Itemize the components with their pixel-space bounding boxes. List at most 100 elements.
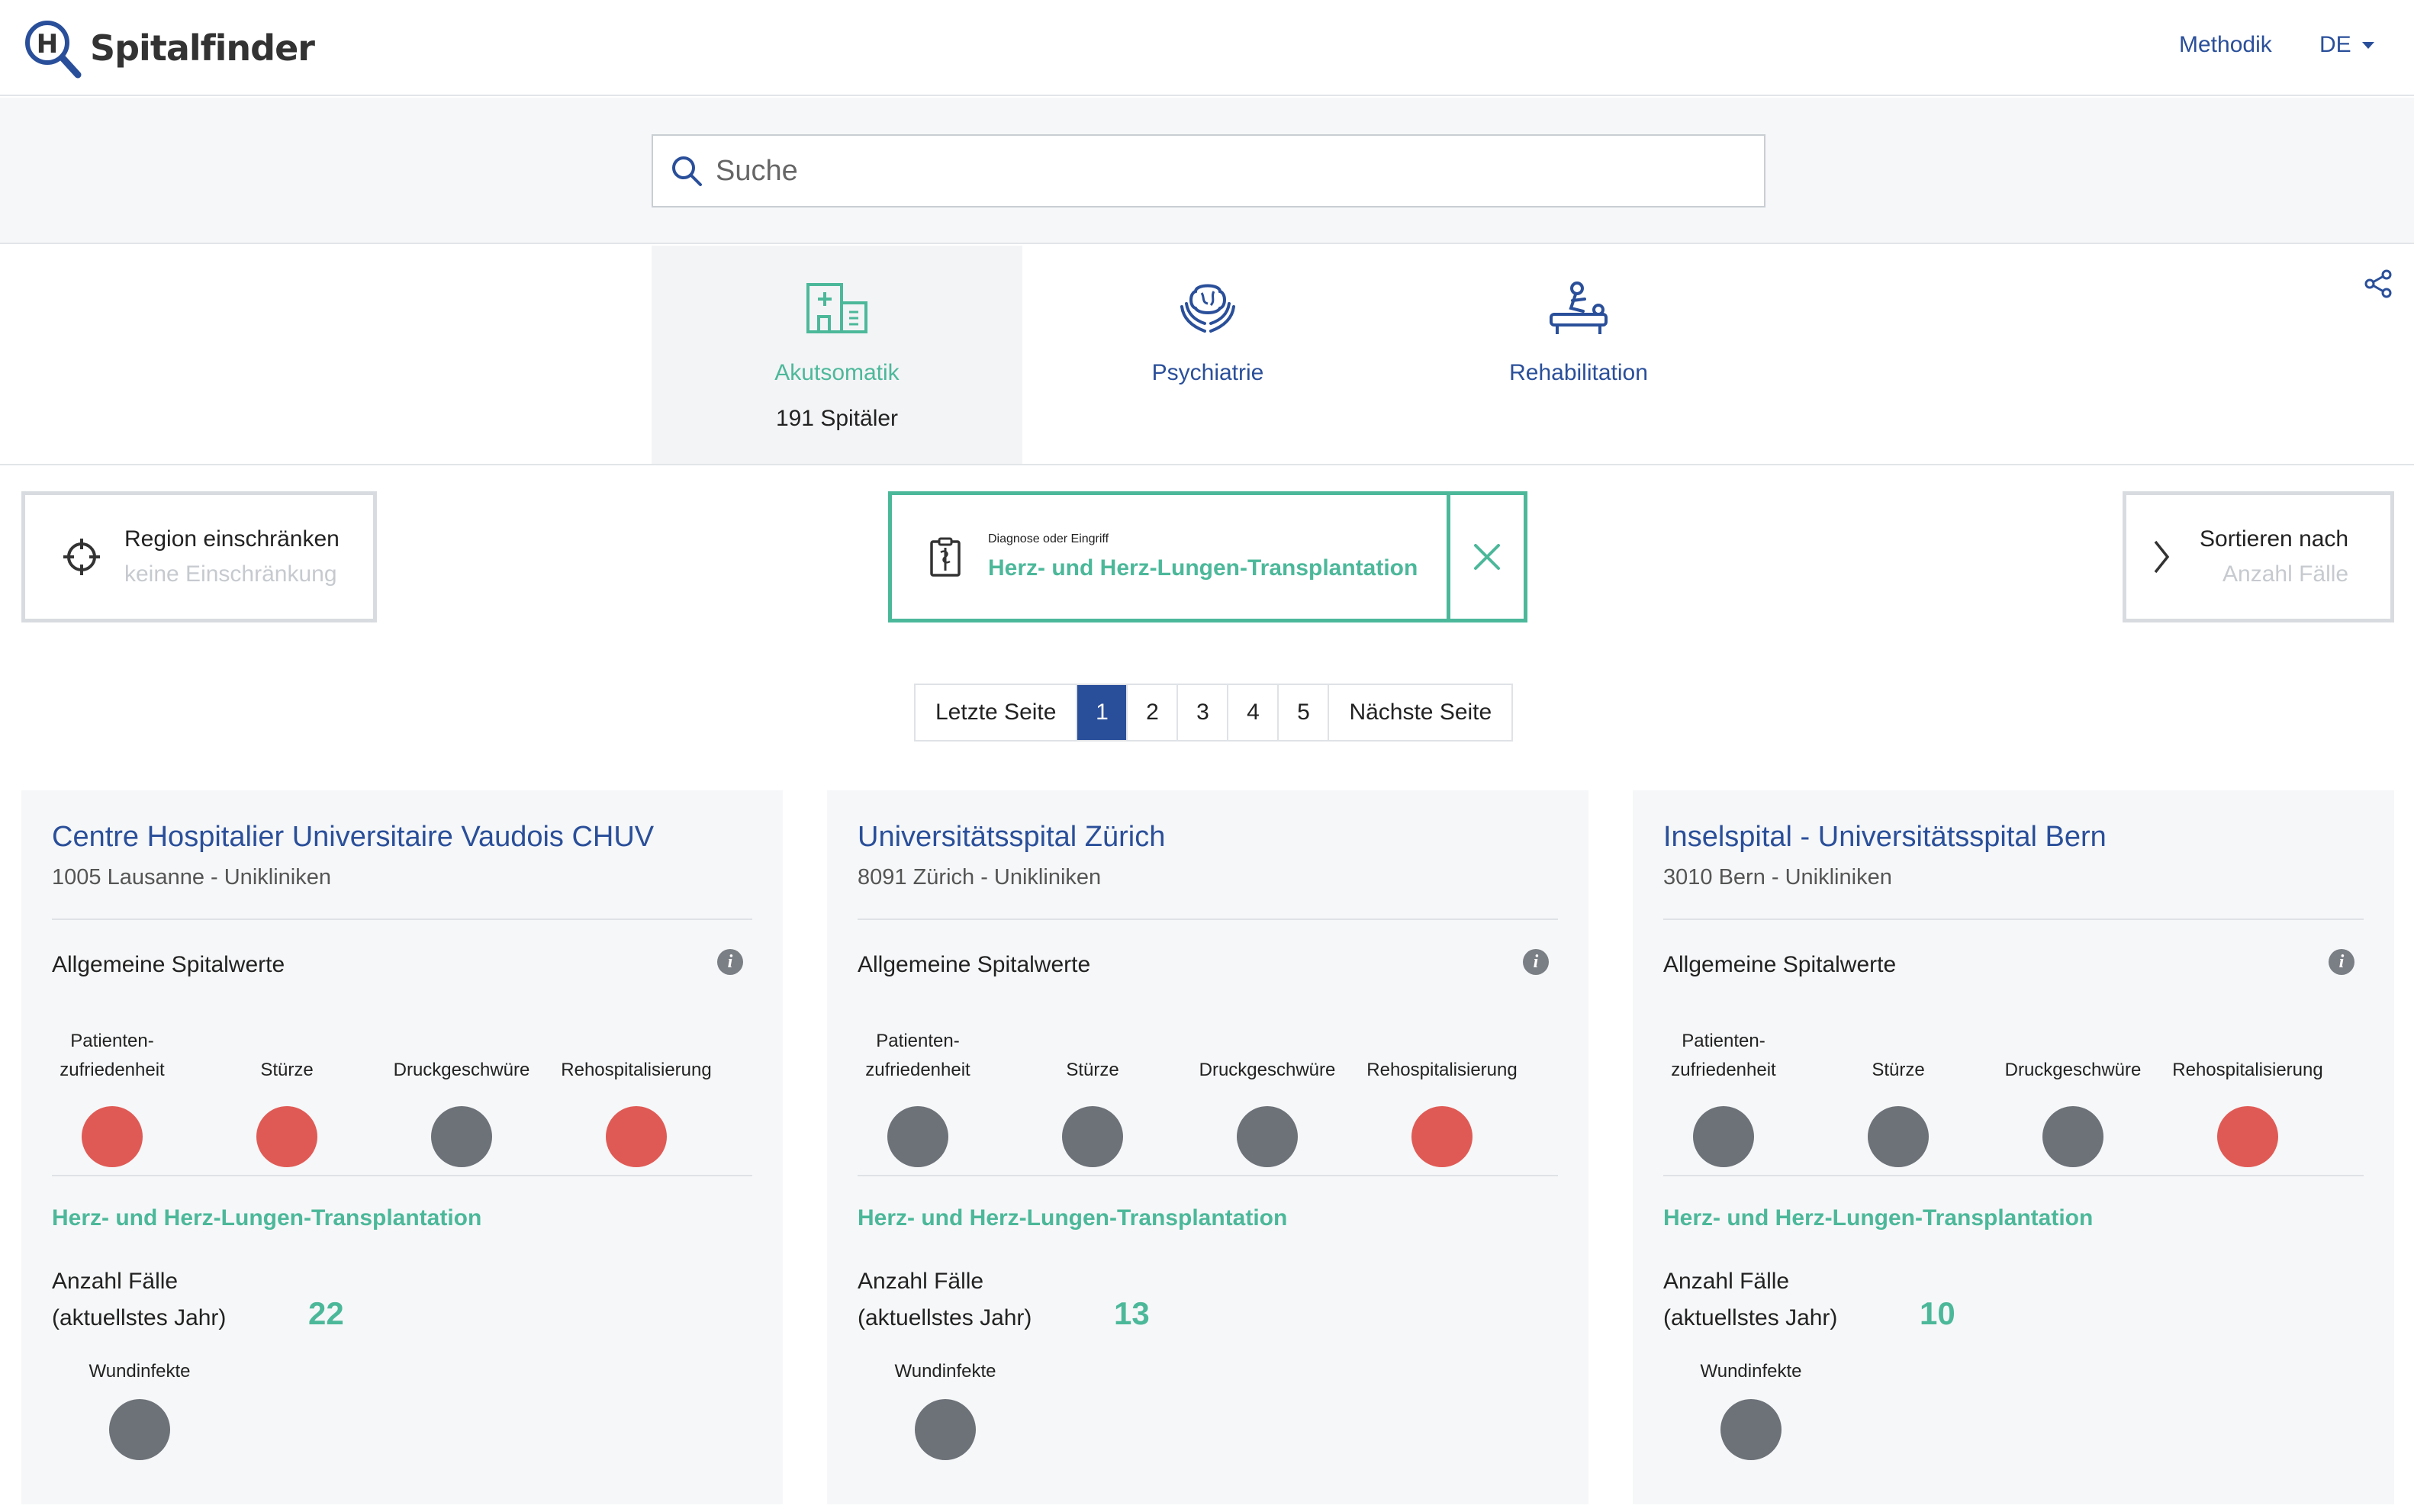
divider — [1663, 918, 2364, 920]
pressure-ulcer-metric: Druckgeschwüre — [1985, 1007, 2161, 1169]
page-3-button[interactable]: 3 — [1178, 685, 1229, 740]
tab-psychiatrie[interactable]: Psychiatrie — [1022, 246, 1393, 464]
hospital-location: 8091 Zürich - Unikliniken — [858, 865, 1102, 890]
chevron-right-icon — [2154, 540, 2170, 574]
region-filter-title: Region einschränken — [124, 526, 340, 552]
page-4-button[interactable]: 4 — [1228, 685, 1279, 740]
status-indicator-dot[interactable] — [887, 1106, 948, 1167]
page-1-button[interactable]: 1 — [1077, 685, 1128, 740]
info-icon[interactable]: i — [717, 949, 743, 975]
status-indicator-dot[interactable] — [1720, 1399, 1782, 1460]
clear-diagnosis-button[interactable] — [1450, 495, 1524, 619]
svg-text:H: H — [37, 29, 58, 60]
hospital-icon — [806, 283, 867, 333]
hospital-location: 1005 Lausanne - Unikliniken — [52, 865, 331, 890]
metric-label-line: Patienten- — [1682, 1031, 1765, 1051]
status-indicator-dot[interactable] — [1237, 1106, 1298, 1167]
sort-filter[interactable]: Sortieren nach Anzahl Fälle — [2123, 491, 2394, 622]
hospital-location: 3010 Bern - Unikliniken — [1663, 865, 1892, 890]
app-logo[interactable]: H Spitalfinder — [21, 17, 315, 79]
satisfaction-metric: Patienten-zufriedenheit — [830, 1007, 1006, 1169]
hospital-name-link[interactable]: Inselspital - Universitätsspital Bern — [1663, 821, 2107, 854]
status-indicator-dot[interactable] — [2042, 1106, 2103, 1167]
search-input[interactable] — [716, 154, 1708, 188]
case-count-label: Anzahl Fälle (aktuellstes Jahr) — [52, 1263, 226, 1337]
clipboard-caduceus-icon — [930, 537, 961, 577]
caret-down-icon — [2361, 41, 2374, 49]
status-indicator-dot[interactable] — [109, 1399, 170, 1460]
nav-link-methodik[interactable]: Methodik — [2179, 32, 2272, 58]
page-2-button[interactable]: 2 — [1128, 685, 1179, 740]
diagnosis-filter: Diagnose oder Eingriff Herz- und Herz-Lu… — [888, 491, 1527, 622]
general-values-title: Allgemeine Spitalwerte — [858, 952, 1091, 977]
status-indicator-dot[interactable] — [256, 1106, 317, 1167]
hospital-name-link[interactable]: Centre Hospitalier Universitaire Vaudois… — [52, 821, 654, 854]
tab-rehabilitation[interactable]: Rehabilitation — [1393, 246, 1764, 464]
divider — [858, 918, 1558, 920]
category-tabs: Akutsomatik 191 Spitäler Psychiatrie Reh… — [0, 246, 2414, 465]
status-indicator-dot[interactable] — [606, 1106, 667, 1167]
language-label: DE — [2319, 32, 2351, 57]
status-indicator-dot[interactable] — [2217, 1106, 2278, 1167]
status-indicator-dot[interactable] — [82, 1106, 143, 1167]
case-count-label-line: Anzahl Fälle — [858, 1269, 984, 1294]
tab-label: Psychiatrie — [1151, 360, 1264, 385]
status-indicator-dot[interactable] — [1693, 1106, 1754, 1167]
hospital-name-link[interactable]: Universitätsspital Zürich — [858, 821, 1165, 854]
region-filter[interactable]: Region einschränken keine Einschränkung — [21, 491, 377, 622]
divider — [52, 918, 752, 920]
divider — [858, 1175, 1558, 1176]
satisfaction-metric: Patienten-zufriedenheit — [1636, 1007, 1811, 1169]
procedure-title: Herz- und Herz-Lungen-Transplantation — [858, 1205, 1288, 1231]
info-icon[interactable]: i — [1523, 949, 1549, 975]
metric-label: Stürze — [260, 1060, 314, 1080]
logo-magnifier-h-icon: H — [25, 21, 82, 79]
status-indicator-dot[interactable] — [1411, 1106, 1473, 1167]
rehospitalization-metric: Rehospitalisierung — [2160, 1007, 2335, 1169]
diagnosis-filter-selector[interactable]: Diagnose oder Eingriff Herz- und Herz-Lu… — [892, 495, 1450, 619]
next-page-button[interactable]: Nächste Seite — [1329, 685, 1512, 740]
metric-label: Stürze — [1872, 1060, 1925, 1080]
metric-label: Rehospitalisierung — [561, 1060, 712, 1080]
case-count-label: Anzahl Fälle (aktuellstes Jahr) — [1663, 1263, 1837, 1337]
status-indicator-dot[interactable] — [1062, 1106, 1123, 1167]
hospital-card: Inselspital - Universitätsspital Bern 301… — [1633, 790, 2394, 1504]
metric-label: Druckgeschwüre — [1199, 1060, 1336, 1080]
status-indicator-dot[interactable] — [431, 1106, 492, 1167]
case-count-value: 10 — [1920, 1295, 1955, 1331]
search-band — [0, 98, 2414, 244]
metric-label-line: zufriedenheit — [1671, 1060, 1776, 1080]
hospital-count: 191 Spitäler — [775, 406, 899, 431]
falls-metric: Stürze — [1005, 1007, 1180, 1169]
falls-metric: Stürze — [1810, 1007, 1986, 1169]
divider — [1663, 1175, 2364, 1176]
case-count-label-line: Anzahl Fälle — [52, 1269, 179, 1294]
info-icon[interactable]: i — [2329, 949, 2354, 975]
satisfaction-metric: Patienten-zufriedenheit — [24, 1007, 200, 1169]
app-name: Spitalfinder — [90, 27, 315, 69]
status-indicator-dot[interactable] — [1868, 1106, 1929, 1167]
sort-filter-value: Anzahl Fälle — [2222, 561, 2349, 587]
tab-akutsomatik[interactable]: Akutsomatik 191 Spitäler — [652, 246, 1022, 464]
diagnosis-filter-value: Herz- und Herz-Lungen-Transplantation — [988, 555, 1418, 581]
case-count-label-line: (aktuellstes Jahr) — [1663, 1305, 1838, 1330]
pressure-ulcer-metric: Druckgeschwüre — [374, 1007, 549, 1169]
tab-label: Rehabilitation — [1509, 360, 1648, 385]
physiotherapy-icon — [1550, 281, 1608, 334]
search-box[interactable] — [652, 134, 1765, 207]
diagnosis-filter-title: Diagnose oder Eingriff — [988, 532, 1109, 545]
pressure-ulcer-metric: Druckgeschwüre — [1180, 1007, 1355, 1169]
page-5-button[interactable]: 5 — [1279, 685, 1330, 740]
status-indicator-dot[interactable] — [915, 1399, 976, 1460]
falls-metric: Stürze — [199, 1007, 375, 1169]
share-button[interactable] — [2364, 269, 2394, 303]
rehospitalization-metric: Rehospitalisierung — [549, 1007, 724, 1169]
region-filter-value: keine Einschränkung — [124, 561, 337, 587]
hospital-card: Centre Hospitalier Universitaire Vaudois… — [21, 790, 783, 1504]
wound-infection-label: Wundinfekte — [89, 1361, 191, 1382]
language-dropdown[interactable]: DE — [2319, 32, 2374, 58]
metric-label: Druckgeschwüre — [393, 1060, 530, 1080]
last-page-button[interactable]: Letzte Seite — [916, 685, 1078, 740]
metric-label-line: zufriedenheit — [60, 1060, 165, 1080]
divider — [52, 1175, 752, 1176]
